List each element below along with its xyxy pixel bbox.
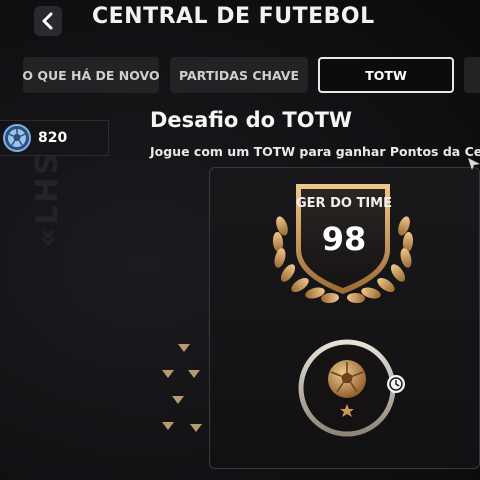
chevron-left-icon (42, 12, 53, 30)
cursor-arrow-icon (468, 158, 480, 170)
football-coin-icon (3, 124, 31, 152)
clock-icon (387, 375, 405, 393)
back-button[interactable] (34, 6, 62, 36)
page-title: CENTRAL DE FUTEBOL (92, 4, 375, 29)
challenge-description: Jogue com um TOTW para ganhar Pontos da … (150, 144, 480, 159)
points-balance: 820 (0, 120, 109, 156)
decorative-arrows-icon (162, 344, 202, 432)
tab-whats-new[interactable]: O QUE HÁ DE NOVO (22, 57, 160, 93)
ball-icon (298, 339, 396, 437)
tab-totw[interactable]: TOTW (318, 57, 454, 93)
badge-label: GER DO TIME (296, 196, 392, 211)
badge-value: 98 (321, 220, 367, 258)
challenge-title: Desafio do TOTW (150, 108, 353, 132)
points-value: 820 (38, 130, 68, 146)
tab-next-partial[interactable] (464, 57, 480, 93)
tab-key-matches[interactable]: PARTIDAS CHAVE (170, 57, 308, 93)
background-watermark: «LHS (30, 150, 65, 248)
